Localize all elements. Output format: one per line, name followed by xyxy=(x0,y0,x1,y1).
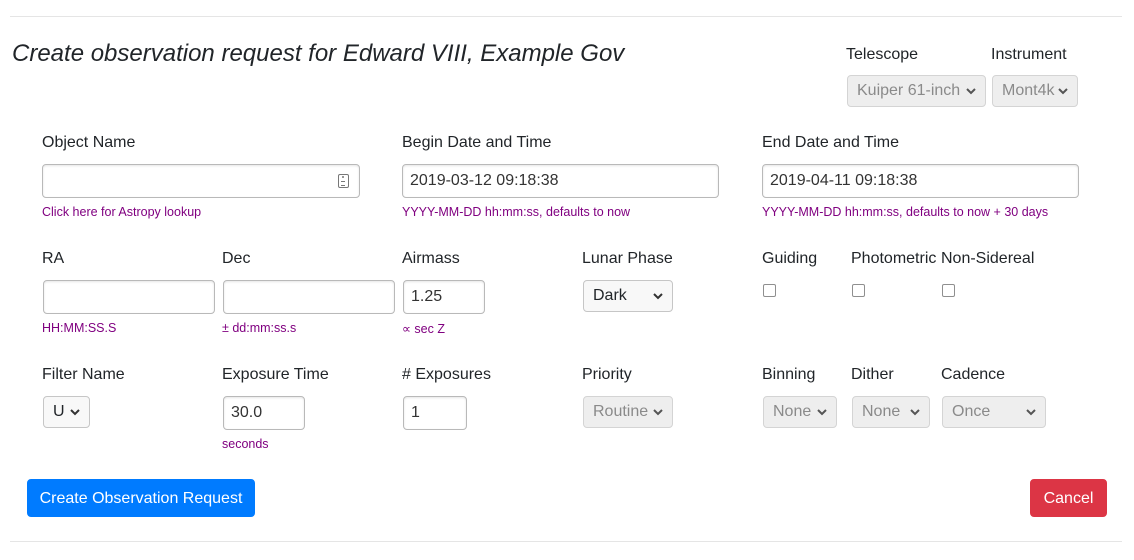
chevron-down-icon xyxy=(966,88,976,95)
dec-label: Dec xyxy=(222,250,251,267)
guiding-label: Guiding xyxy=(762,250,818,267)
priority-select[interactable]: Routine xyxy=(583,396,673,428)
priority-value: Routine xyxy=(593,403,649,420)
lunar-phase-select[interactable]: Dark xyxy=(583,280,673,312)
chevron-down-icon xyxy=(910,409,920,416)
photometric-checkbox[interactable] xyxy=(852,284,865,297)
telescope-label: Telescope xyxy=(846,46,919,63)
chevron-down-icon xyxy=(70,409,80,416)
filter-name-select[interactable]: U xyxy=(43,396,90,428)
contact-card-icon[interactable] xyxy=(338,174,349,188)
bottom-divider xyxy=(10,541,1122,542)
chevron-down-icon xyxy=(1026,409,1036,416)
page-title: Create observation request for Edward VI… xyxy=(12,40,625,67)
instrument-select-value: Mont4k xyxy=(1002,82,1055,99)
lunar-phase-value: Dark xyxy=(593,287,627,304)
cadence-select[interactable]: Once xyxy=(942,396,1046,428)
end-date-help: YYYY-MM-DD hh:mm:ss, defaults to now + 3… xyxy=(762,205,1049,219)
begin-date-input[interactable]: 2019-03-12 09:18:38 xyxy=(402,164,719,198)
telescope-select[interactable]: Kuiper 61-inch xyxy=(847,75,986,107)
binning-select[interactable]: None xyxy=(763,396,837,428)
cancel-button[interactable]: Cancel xyxy=(1030,479,1107,517)
ra-help: HH:MM:SS.S xyxy=(42,321,117,335)
num-exposures-label: # Exposures xyxy=(402,366,491,383)
dither-label: Dither xyxy=(851,366,894,383)
dither-select[interactable]: None xyxy=(852,396,930,428)
instrument-select[interactable]: Mont4k xyxy=(992,75,1078,107)
priority-label: Priority xyxy=(582,366,632,383)
dither-value: None xyxy=(862,403,901,420)
end-date-input[interactable]: 2019-04-11 09:18:38 xyxy=(762,164,1079,198)
lunar-phase-label: Lunar Phase xyxy=(582,250,673,267)
chevron-down-icon xyxy=(817,409,827,416)
airmass-help: ∝ sec Z xyxy=(402,322,445,336)
cadence-label: Cadence xyxy=(941,366,1006,383)
instrument-label: Instrument xyxy=(991,46,1067,63)
non-sidereal-checkbox[interactable] xyxy=(942,284,955,297)
cadence-value: Once xyxy=(952,403,991,420)
dec-help: ± dd:mm:ss.s xyxy=(222,321,297,335)
chevron-down-icon xyxy=(1058,88,1068,95)
begin-date-label: Begin Date and Time xyxy=(402,134,552,151)
non-sidereal-label: Non-Sidereal xyxy=(941,250,1035,267)
astropy-lookup-link[interactable]: Click here for Astropy lookup xyxy=(42,205,201,219)
airmass-input[interactable]: 1.25 xyxy=(403,280,485,314)
filter-name-label: Filter Name xyxy=(42,366,125,383)
exposure-time-help: seconds xyxy=(222,437,269,451)
exposure-time-input[interactable]: 30.0 xyxy=(223,396,305,430)
ra-input[interactable] xyxy=(43,280,215,314)
exposure-time-label: Exposure Time xyxy=(222,366,329,383)
end-date-label: End Date and Time xyxy=(762,134,899,151)
num-exposures-input[interactable]: 1 xyxy=(403,396,467,430)
chevron-down-icon xyxy=(653,293,663,300)
filter-name-value: U xyxy=(53,403,65,420)
chevron-down-icon xyxy=(653,409,663,416)
airmass-label: Airmass xyxy=(402,250,460,267)
dec-input[interactable] xyxy=(223,280,395,314)
guiding-checkbox[interactable] xyxy=(763,284,776,297)
object-name-input[interactable] xyxy=(42,164,360,198)
telescope-select-value: Kuiper 61-inch xyxy=(857,82,961,99)
binning-label: Binning xyxy=(762,366,816,383)
begin-date-help: YYYY-MM-DD hh:mm:ss, defaults to now xyxy=(402,205,631,219)
create-observation-request-button[interactable]: Create Observation Request xyxy=(27,479,255,517)
binning-value: None xyxy=(773,403,812,420)
object-name-label: Object Name xyxy=(42,134,136,151)
ra-label: RA xyxy=(42,250,65,267)
photometric-label: Photometric xyxy=(851,250,937,267)
top-divider xyxy=(10,16,1122,17)
